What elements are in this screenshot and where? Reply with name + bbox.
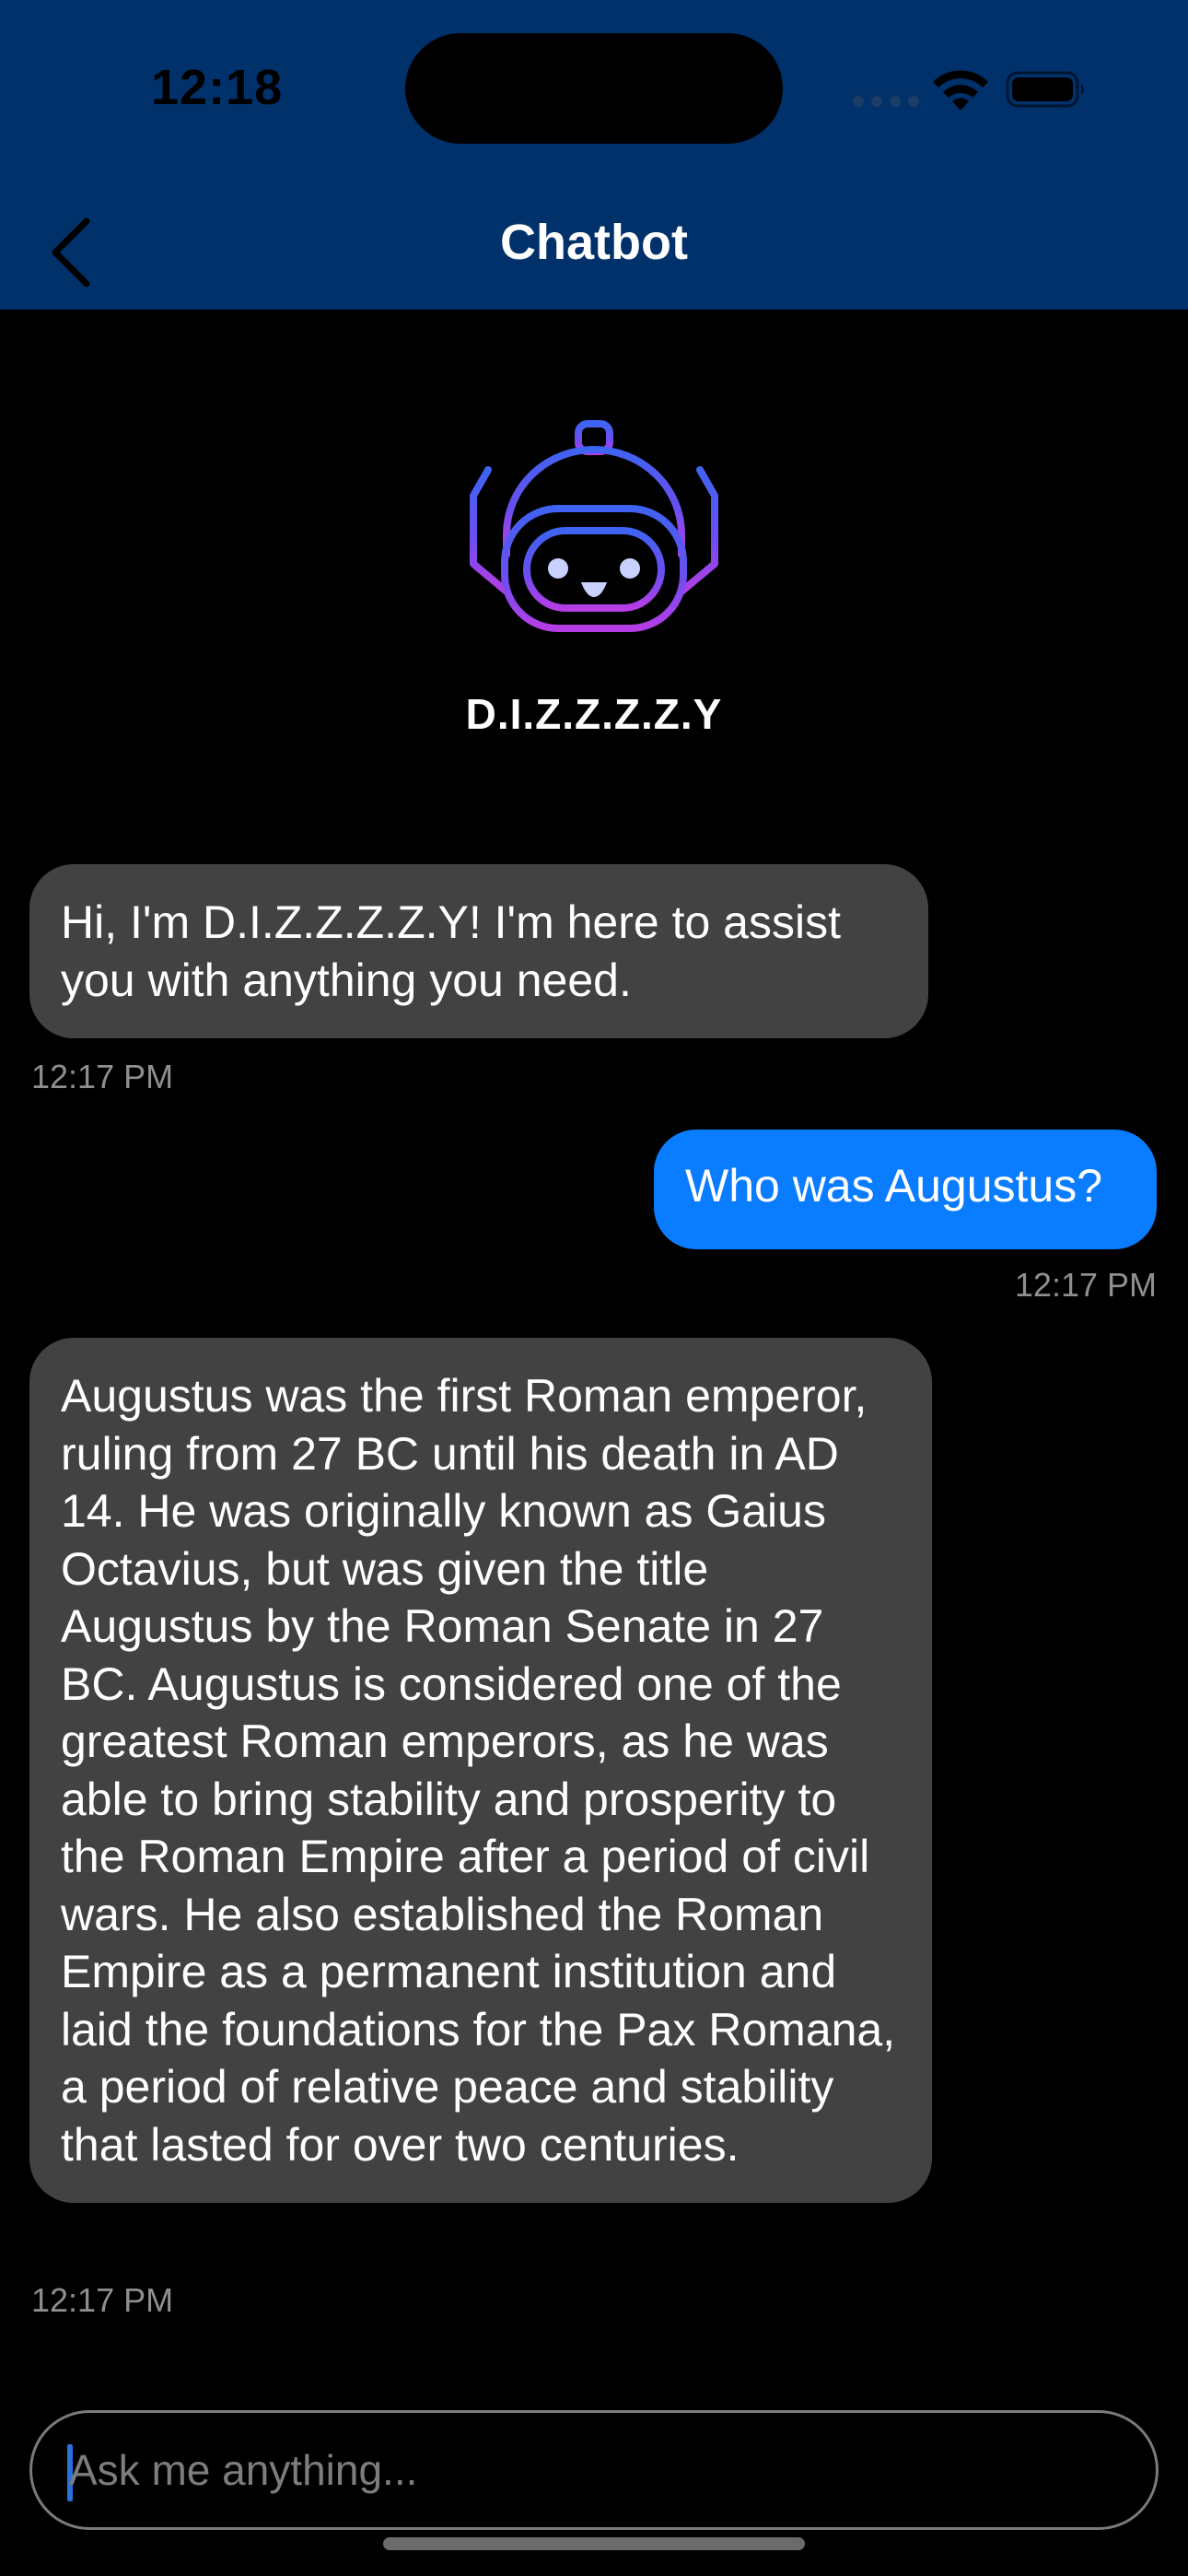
message-timestamp: 12:17 PM — [31, 1058, 174, 1095]
chat-screen: 12:18 Chatbot D.I.Z.Z.Z.Z.Y Hi, I'm D.I.… — [0, 0, 1188, 2576]
bot-message-bubble: Hi, I'm D.I.Z.Z.Z.Z.Y! I'm here to assis… — [29, 864, 928, 1038]
bot-name: D.I.Z.Z.Z.Z.Y — [465, 690, 723, 738]
message-timestamp: 12:17 PM — [31, 2281, 174, 2319]
home-indicator[interactable] — [383, 2537, 805, 2550]
header-bar: 12:18 Chatbot — [0, 0, 1188, 310]
dynamic-island — [405, 33, 783, 144]
wifi-icon — [933, 70, 988, 111]
user-message-bubble: Who was Augustus? — [654, 1130, 1157, 1249]
message-timestamp: 12:17 PM — [1014, 1266, 1157, 1304]
robot-icon — [470, 420, 718, 632]
message-input[interactable] — [62, 2413, 1128, 2527]
message-input-container[interactable] — [29, 2410, 1159, 2530]
signal-icon — [853, 96, 919, 107]
page-title: Chatbot — [500, 215, 688, 270]
status-bar-time: 12:18 — [151, 60, 284, 115]
bot-message-bubble: Augustus was the first Roman emperor, ru… — [29, 1338, 932, 2203]
battery-icon — [1006, 71, 1084, 108]
